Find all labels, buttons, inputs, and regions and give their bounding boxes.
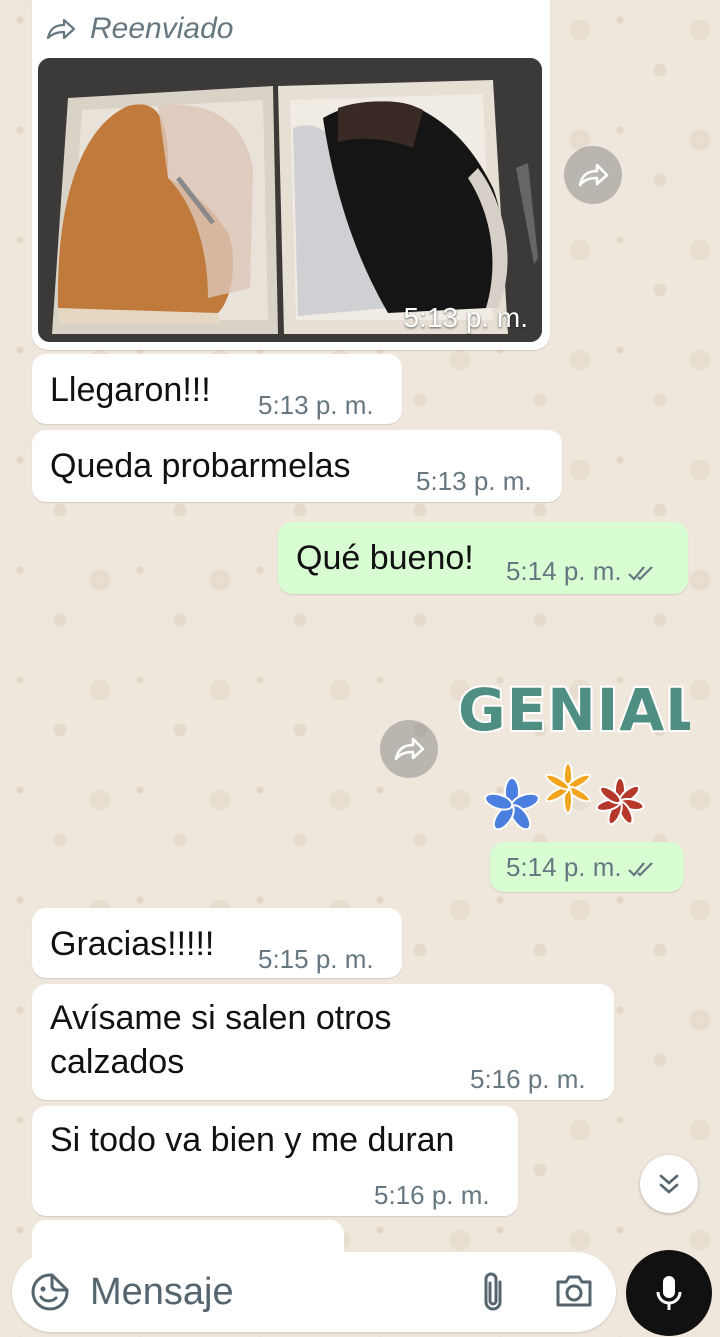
scroll-to-bottom-button[interactable] xyxy=(640,1155,698,1213)
message-timestamp: 5:14 p. m. xyxy=(506,556,622,586)
camera-icon xyxy=(556,1275,592,1307)
message-text: Queda probarmelas xyxy=(50,447,351,485)
sticker-art: GENIAL xyxy=(456,674,704,831)
message-composer: Mensaje xyxy=(12,1252,616,1332)
message-timestamp: 5:13 p. m. xyxy=(258,390,374,420)
message-text: Si todo va bien y me duran xyxy=(50,1121,455,1159)
sticker-icon xyxy=(31,1273,69,1311)
message-timestamp: 5:16 p. m. xyxy=(470,1064,586,1094)
forward-sticker-button[interactable] xyxy=(380,720,438,778)
voice-message-button[interactable] xyxy=(626,1250,712,1336)
camera-button[interactable] xyxy=(554,1272,594,1315)
message-text: Gracias!!!!! xyxy=(50,925,215,963)
sticker-text: GENIAL xyxy=(458,676,690,744)
message-timestamp: 5:13 p. m. xyxy=(416,466,532,496)
attach-button[interactable] xyxy=(478,1270,508,1319)
orange-flower-icon xyxy=(545,762,591,814)
message-bubble[interactable]: Queda probarmelas 5:13 p. m. xyxy=(32,430,562,502)
photo-illustration xyxy=(38,58,542,342)
forward-icon xyxy=(578,163,609,187)
message-bubble[interactable]: Avísame si salen otros calzados 5:16 p. … xyxy=(32,984,614,1100)
read-ticks-icon xyxy=(627,566,653,581)
outgoing-message-bubble[interactable]: Qué bueno! 5:14 p. m. xyxy=(278,522,688,594)
blue-flower-icon xyxy=(484,777,540,831)
forwarded-label: Reenviado xyxy=(90,12,234,45)
forwarded-photo-message[interactable]: Reenviado 5:13 p. m. xyxy=(32,0,550,350)
forwarded-indicator: Reenviado xyxy=(46,12,233,46)
message-input[interactable]: Mensaje xyxy=(90,1270,450,1314)
message-bubble[interactable]: Gracias!!!!! 5:15 p. m. xyxy=(32,908,402,978)
message-text: Llegaron!!! xyxy=(50,371,211,409)
red-flower-icon xyxy=(595,777,645,826)
photo-timestamp: 5:13 p. m. xyxy=(403,302,528,333)
message-text-line-2: calzados xyxy=(50,1043,185,1081)
read-ticks-icon xyxy=(627,862,653,877)
message-timestamp: 5:15 p. m. xyxy=(258,944,374,974)
forward-icon xyxy=(394,737,425,761)
message-bubble[interactable]: Llegaron!!! 5:13 p. m. xyxy=(32,354,402,424)
paperclip-icon xyxy=(484,1272,502,1311)
shoe-boxes-photo[interactable]: 5:13 p. m. xyxy=(38,58,542,342)
forward-small-icon xyxy=(46,18,76,40)
message-text-line-1: Avísame si salen otros xyxy=(50,999,392,1037)
sticker-timestamp: 5:14 p. m. xyxy=(506,852,622,882)
forward-photo-button[interactable] xyxy=(564,146,622,204)
double-chevron-down-icon xyxy=(659,1174,679,1194)
message-bubble[interactable]: Si todo va bien y me duran 5:16 p. m. xyxy=(32,1106,518,1216)
sticker-timestamp-row: 5:14 p. m. xyxy=(506,852,658,883)
message-timestamp: 5:16 p. m. xyxy=(374,1180,490,1210)
message-text: Qué bueno! xyxy=(296,539,474,577)
genial-sticker[interactable]: GENIAL xyxy=(450,672,704,842)
sticker-timestamp-chip: 5:14 p. m. xyxy=(490,842,684,892)
microphone-icon xyxy=(656,1276,682,1310)
message-timestamp-row: 5:14 p. m. xyxy=(506,556,658,587)
sticker-button[interactable] xyxy=(30,1272,70,1317)
